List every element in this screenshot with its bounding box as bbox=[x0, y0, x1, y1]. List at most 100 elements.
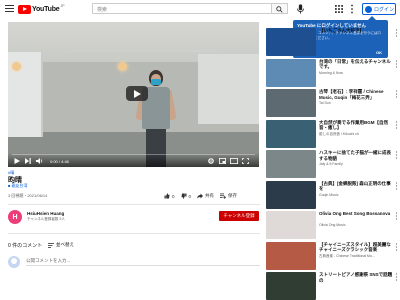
recommended-video-channel: Olivia Ong Music bbox=[319, 223, 346, 227]
recommended-video-channel: 癒しの自然音 / Kikuchi ch bbox=[319, 131, 359, 136]
logo-country: JP bbox=[60, 4, 65, 8]
more-vert-icon[interactable] bbox=[395, 151, 398, 159]
divider bbox=[8, 233, 260, 234]
recommended-video-channel: Morning & Now bbox=[319, 70, 343, 75]
recommended-video[interactable]: 古琴【老石】: 李祥霆 / Chinese Music, Guqin「梅花三弄」… bbox=[266, 89, 398, 117]
recommended-video-title[interactable]: ストリートピアノ感謝祭 SNSで話題の bbox=[319, 272, 393, 283]
recommended-video-channel: Tai Sun bbox=[319, 101, 331, 105]
channel-name[interactable]: HsiuHsien Huang bbox=[27, 211, 64, 216]
video-thumbnail[interactable] bbox=[266, 211, 316, 239]
top-bar: YouTube JP 検索 ログイン bbox=[0, 0, 400, 18]
recommendations-sidebar: 【いちごさん大好き】 台湾の「日常」を伝えるチャンネルです。 Morning & N… bbox=[266, 28, 398, 300]
settings-icon[interactable] bbox=[208, 158, 214, 164]
account-icon bbox=[365, 5, 372, 13]
video-thumbnail[interactable] bbox=[266, 180, 316, 209]
recommended-video-channel: Jaly & It Family bbox=[319, 162, 343, 166]
video-thumbnail[interactable] bbox=[266, 119, 316, 148]
video-thumbnail[interactable] bbox=[266, 58, 316, 87]
video-player[interactable]: 0:00 / 4:46 bbox=[8, 22, 259, 167]
recommended-video[interactable]: 【古典】[金蝉脱殻] 森山正明の仕事を Guqin Music bbox=[266, 180, 398, 209]
play-icon[interactable] bbox=[14, 158, 20, 164]
recommended-video[interactable]: 【いちごさん大好き】 bbox=[266, 28, 398, 56]
video-thumbnail[interactable] bbox=[266, 272, 316, 300]
more-vert-icon[interactable] bbox=[350, 4, 354, 14]
view-count: 3 回視聴・2021/06/14 bbox=[8, 193, 48, 198]
search-input[interactable]: 検索 bbox=[92, 3, 272, 14]
share-label: 共有 bbox=[205, 193, 215, 198]
logo-text: YouTube bbox=[32, 5, 60, 13]
login-label: ログイン bbox=[374, 6, 395, 13]
recommended-video-channel: Guqin Music bbox=[319, 192, 339, 197]
thumbs-down-icon bbox=[181, 193, 187, 199]
recommended-video[interactable]: ハスキーに捨てた子猫が一緒に成長する物語 Jaly & It Family bbox=[266, 150, 398, 178]
recommended-video[interactable]: Olivia Ong Best Song Bossanova Olivia Ong… bbox=[266, 211, 398, 239]
recommended-video[interactable]: 大自然が奏でる作業用BGM【自然音・癒し】 癒しの自然音 / Kikuchi ch bbox=[266, 119, 398, 148]
more-vert-icon[interactable] bbox=[395, 120, 398, 129]
divider bbox=[8, 204, 260, 205]
video-tag[interactable]: ■ 親友台湾 bbox=[8, 183, 28, 189]
recommended-video[interactable]: 【チャイニーズスタイル】超美麗なチャイニーズクラシック音楽 古典音楽 - Chin… bbox=[266, 241, 398, 270]
big-play-button[interactable] bbox=[126, 86, 148, 101]
save-button[interactable]: 保存 bbox=[220, 193, 237, 199]
recommended-video-title[interactable]: 大自然が奏でる作業用BGM【自然音・癒し】 bbox=[319, 120, 393, 131]
video-frame-beam bbox=[68, 50, 218, 52]
youtube-logo[interactable]: YouTube JP bbox=[18, 4, 65, 14]
more-vert-icon[interactable] bbox=[395, 273, 398, 281]
recommended-video-title[interactable]: 【いちごさん大好き】 bbox=[319, 28, 393, 39]
video-frame-beam bbox=[38, 40, 228, 43]
video-thumbnail[interactable] bbox=[266, 241, 316, 270]
recommended-video-title[interactable]: ハスキーに捨てた子猫が一緒に成長する物語 bbox=[319, 150, 393, 161]
youtube-play-icon bbox=[18, 4, 31, 14]
recommended-video-title[interactable]: Olivia Ong Best Song Bossanova bbox=[319, 211, 393, 222]
next-icon[interactable] bbox=[25, 158, 31, 164]
microphone-icon[interactable] bbox=[296, 4, 305, 14]
video-thumbnail[interactable] bbox=[266, 89, 316, 117]
search-button[interactable] bbox=[272, 3, 288, 14]
video-frame-lamp bbox=[118, 62, 127, 71]
recommended-video-title[interactable]: 古琴【老石】: 李祥霆 / Chinese Music, Guqin「梅花三弄」 bbox=[319, 89, 393, 100]
menu-icon[interactable] bbox=[5, 5, 14, 12]
playlist-add-icon bbox=[220, 193, 227, 199]
subscribe-button[interactable]: チャンネル登録 bbox=[219, 211, 259, 221]
more-vert-icon[interactable] bbox=[395, 59, 398, 68]
sort-label: 並べ替え bbox=[56, 242, 74, 247]
recommended-video-channel: 古典音楽 - Chinese Traditional Mu... bbox=[319, 253, 375, 258]
fullscreen-icon[interactable] bbox=[242, 158, 249, 164]
comment-input[interactable]: 公開コメントを入力... bbox=[26, 258, 260, 266]
recommended-video[interactable]: ストリートピアノ感謝祭 SNSで話題の bbox=[266, 272, 398, 300]
save-label: 保存 bbox=[228, 193, 238, 198]
recommended-video-title[interactable]: 【古典】[金蝉脱殻] 森山正明の仕事を bbox=[319, 181, 393, 192]
recommended-video-title[interactable]: 台湾の「日常」を伝えるチャンネルです。 bbox=[319, 59, 393, 70]
more-vert-icon[interactable] bbox=[395, 90, 398, 98]
share-icon bbox=[197, 193, 204, 199]
apps-grid-icon[interactable] bbox=[335, 5, 343, 13]
video-actions: 0 0 共有 保存 bbox=[164, 191, 243, 201]
login-button[interactable]: ログイン bbox=[362, 3, 396, 15]
channel-avatar[interactable]: H bbox=[8, 210, 22, 224]
comments-count: 0 件のコメント bbox=[8, 243, 43, 249]
miniplayer-icon[interactable] bbox=[219, 158, 226, 164]
thumbs-up-icon bbox=[164, 193, 170, 199]
theater-mode-icon[interactable] bbox=[230, 158, 238, 164]
sort-icon bbox=[48, 242, 54, 248]
dislike-button[interactable]: 0 bbox=[181, 193, 192, 199]
more-vert-icon[interactable] bbox=[395, 242, 398, 251]
share-button[interactable]: 共有 bbox=[197, 193, 214, 199]
volume-icon[interactable] bbox=[36, 158, 43, 164]
more-vert-icon[interactable] bbox=[395, 212, 398, 220]
video-frame-lamp bbox=[12, 62, 21, 71]
video-thumbnail[interactable] bbox=[266, 150, 316, 178]
time-display: 0:00 / 4:46 bbox=[50, 159, 69, 164]
recommended-video-title[interactable]: 【チャイニーズスタイル】超美麗なチャイニーズクラシック音楽 bbox=[319, 242, 393, 253]
dislike-count: 0 bbox=[188, 193, 192, 199]
progress-bar[interactable] bbox=[12, 154, 255, 155]
video-thumbnail[interactable] bbox=[266, 28, 316, 56]
video-frame-window bbox=[198, 54, 259, 124]
more-vert-icon[interactable] bbox=[395, 29, 398, 37]
sort-comments-button[interactable]: 並べ替え bbox=[48, 242, 74, 248]
like-button[interactable]: 0 bbox=[164, 193, 175, 199]
more-vert-icon[interactable] bbox=[395, 181, 398, 190]
channel-subscriber-count: チャンネル登録者数 2人 bbox=[27, 217, 65, 221]
recommended-video[interactable]: 台湾の「日常」を伝えるチャンネルです。 Morning & Now bbox=[266, 58, 398, 87]
user-avatar bbox=[8, 256, 20, 268]
